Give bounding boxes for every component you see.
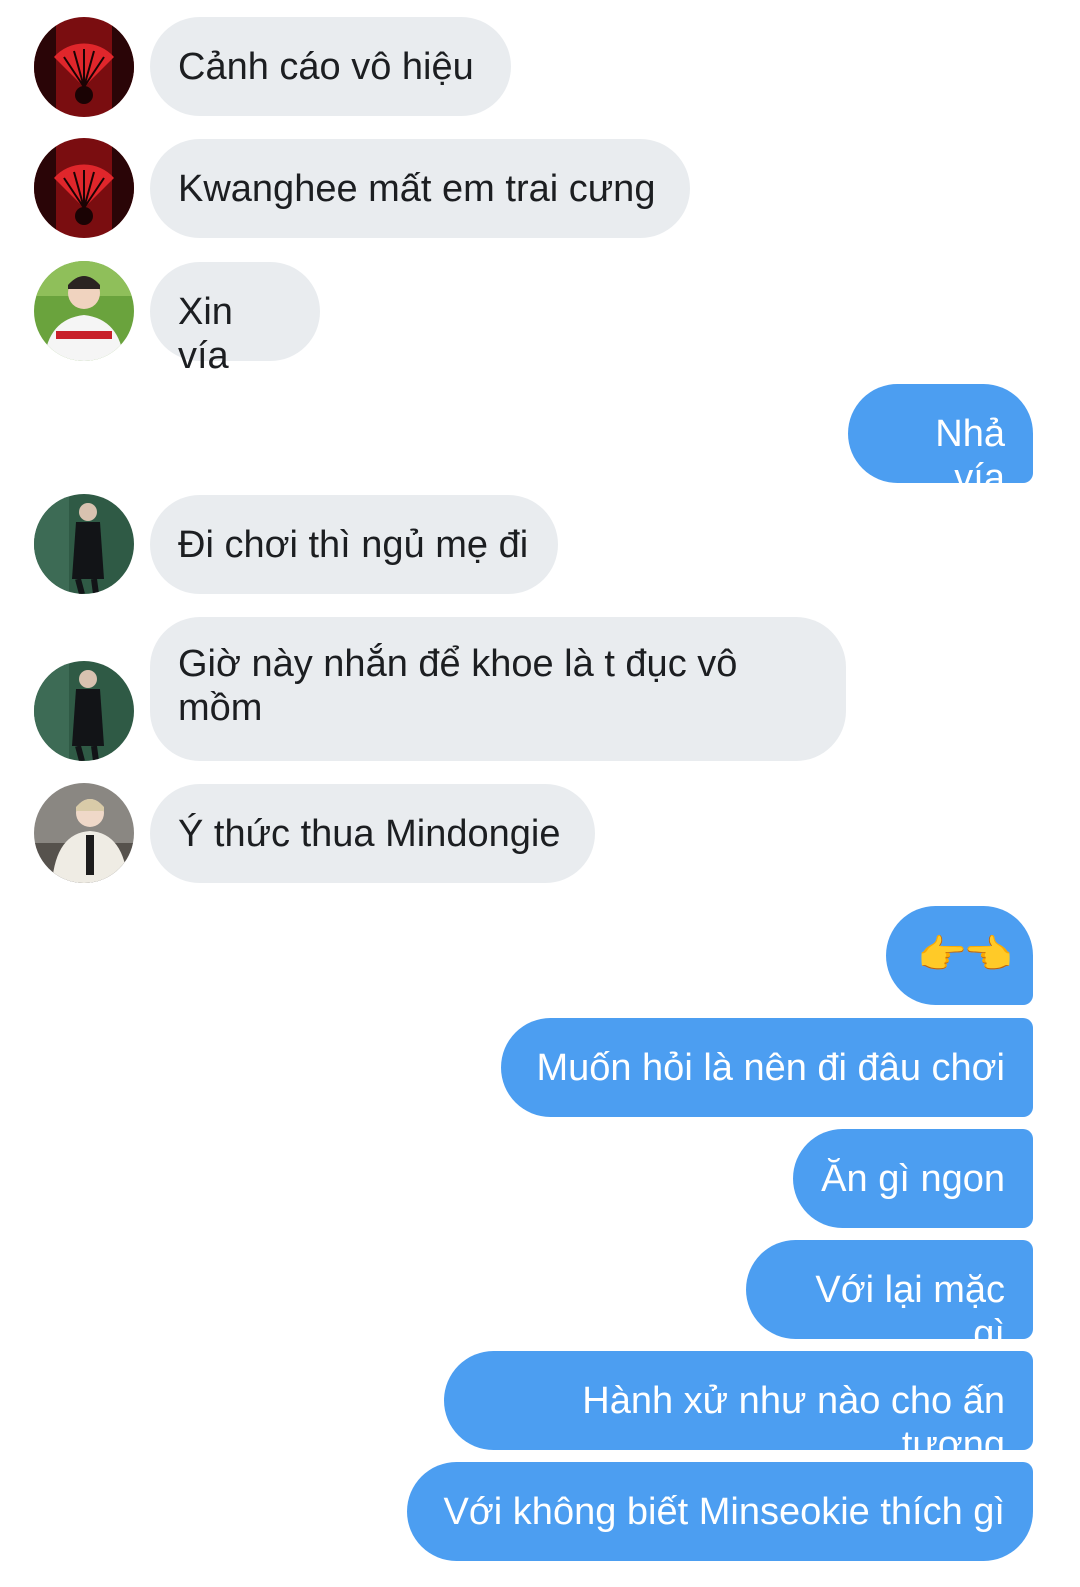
incoming-message-5: Giờ này nhắn để khoe là t đục vô mồm	[150, 617, 846, 761]
avatar-baseball-jersey-image	[34, 261, 134, 361]
avatar-baseball-jersey[interactable]	[34, 261, 134, 361]
message-text: Xin vía	[178, 291, 233, 377]
message-text: Muốn hỏi là nên đi đâu chơi	[536, 1047, 1005, 1089]
outgoing-message-6: Với không biết Minseokie thích gì	[407, 1462, 1033, 1561]
incoming-message-2: Kwanghee mất em trai cưng	[150, 139, 690, 238]
outgoing-message-emoji: 👉👈	[886, 906, 1033, 1005]
message-text: Kwanghee mất em trai cưng	[178, 168, 656, 210]
pointing-fingers-emoji: 👉👈	[917, 932, 1013, 978]
avatar-red-fan[interactable]	[34, 138, 134, 238]
avatar-dark-suit-image	[34, 661, 134, 761]
outgoing-message-2: Muốn hỏi là nên đi đâu chơi	[501, 1018, 1033, 1117]
incoming-message-6: Ý thức thua Mindongie	[150, 784, 595, 883]
outgoing-message-4: Với lại mặc gì	[746, 1240, 1033, 1355]
avatar-red-fan[interactable]	[34, 17, 134, 117]
message-text: Với không biết Minseokie thích gì	[443, 1491, 1005, 1533]
message-text-line-2: mồm	[178, 687, 263, 729]
outgoing-message-1: Nhả vía	[848, 384, 1033, 499]
incoming-message-3: Xin vía	[150, 262, 320, 377]
avatar-dark-suit[interactable]	[34, 661, 134, 761]
avatar-dark-suit-image	[34, 494, 134, 594]
outgoing-message-3: Ăn gì ngon	[793, 1129, 1033, 1228]
avatar-dark-suit[interactable]	[34, 494, 134, 594]
incoming-message-4: Đi chơi thì ngủ mẹ đi	[150, 495, 558, 594]
message-text: Ý thức thua Mindongie	[178, 813, 561, 855]
message-text: Với lại mặc gì	[815, 1269, 1005, 1355]
message-text: Cảnh cáo vô hiệu	[178, 46, 474, 88]
avatar-white-jacket-image	[34, 783, 134, 883]
message-text-line-1: Giờ này nhắn để khoe là t đục vô	[178, 643, 738, 685]
message-text: Ăn gì ngon	[821, 1158, 1005, 1200]
message-text: Đi chơi thì ngủ mẹ đi	[178, 524, 529, 566]
incoming-message-1: Cảnh cáo vô hiệu	[150, 17, 511, 116]
outgoing-message-5: Hành xử như nào cho ấn tượng	[444, 1351, 1033, 1466]
avatar-red-fan-image	[34, 138, 134, 238]
message-text: Hành xử như nào cho ấn tượng	[582, 1380, 1005, 1466]
avatar-red-fan-image	[34, 17, 134, 117]
message-text: Nhả vía	[935, 413, 1005, 499]
avatar-white-jacket[interactable]	[34, 783, 134, 883]
